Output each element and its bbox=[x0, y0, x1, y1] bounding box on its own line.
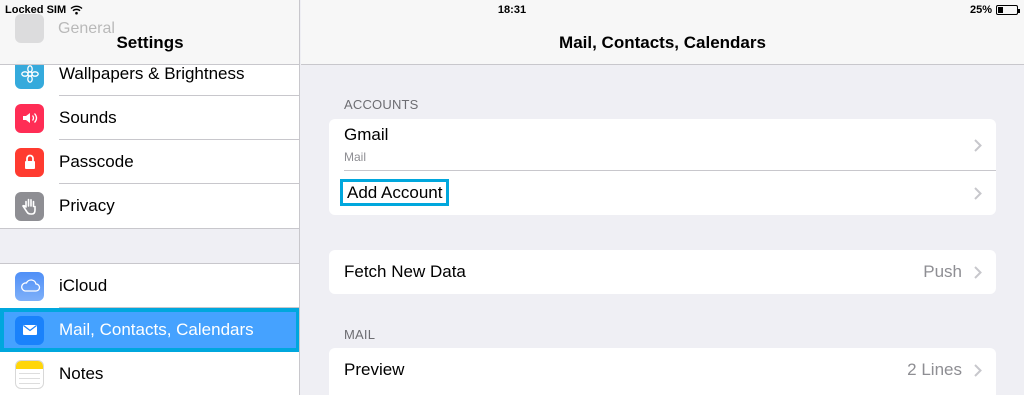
chevron-right-icon bbox=[974, 187, 982, 200]
accounts-section-header: ACCOUNTS bbox=[344, 97, 419, 112]
accounts-card: Gmail Mail Add Account bbox=[329, 119, 996, 215]
sidebar-item-label: iCloud bbox=[59, 264, 299, 308]
speaker-icon bbox=[15, 103, 44, 133]
battery-icon bbox=[996, 5, 1020, 15]
hand-icon bbox=[15, 191, 44, 221]
notes-icon bbox=[15, 359, 44, 389]
sidebar-item-label: Sounds bbox=[59, 96, 299, 140]
cloud-icon bbox=[15, 271, 44, 301]
add-account-label[interactable]: Add Account bbox=[339, 179, 450, 206]
envelope-icon bbox=[15, 315, 44, 345]
battery-status: 25% bbox=[969, 4, 1020, 16]
mail-section-header: MAIL bbox=[344, 327, 376, 342]
battery-percent: 25% bbox=[969, 4, 992, 16]
chevron-right-icon bbox=[974, 364, 982, 377]
sidebar-item-mail-contacts-calendars[interactable]: Mail, Contacts, Calendars bbox=[0, 308, 299, 352]
preview-value: 2 Lines bbox=[907, 360, 962, 379]
page-title: Mail, Contacts, Calendars bbox=[559, 33, 766, 52]
account-gmail: Gmail Mail bbox=[344, 125, 996, 164]
sidebar-item-label: Privacy bbox=[59, 196, 115, 215]
lock-icon bbox=[15, 147, 44, 177]
sidebar-item-label: Notes bbox=[59, 364, 104, 383]
sidebar-item-label: Passcode bbox=[59, 140, 299, 184]
account-gmail-row[interactable]: Gmail Mail bbox=[329, 119, 996, 170]
sidebar-item-sounds[interactable]: Sounds bbox=[0, 96, 299, 140]
sidebar-item-passcode[interactable]: Passcode bbox=[0, 140, 299, 184]
fetch-label: Fetch New Data bbox=[344, 262, 466, 281]
preview-label: Preview bbox=[344, 360, 405, 379]
fetch-new-data-row[interactable]: Fetch New Data Push bbox=[329, 250, 996, 294]
fetch-value: Push bbox=[923, 262, 962, 281]
sidebar-group-2: iCloud Mail, Contacts, Calendars Notes bbox=[0, 263, 299, 395]
status-bar: Locked SIM 18:31 25% bbox=[0, 0, 1024, 20]
add-account-row[interactable]: Add Account bbox=[329, 171, 996, 215]
sidebar-title: Settings bbox=[116, 33, 184, 52]
fetch-card: Fetch New Data Push bbox=[329, 250, 996, 294]
sidebar-item-label: Mail, Contacts, Calendars bbox=[59, 320, 254, 339]
sidebar-group-1: Wallpapers & Brightness Sounds Passcode … bbox=[0, 52, 299, 229]
sidebar-item-notes[interactable]: Notes bbox=[0, 352, 299, 395]
preview-row[interactable]: Preview 2 Lines bbox=[329, 348, 996, 392]
clock: 18:31 bbox=[497, 4, 527, 16]
sidebar-item-privacy[interactable]: Privacy bbox=[0, 184, 299, 228]
sidebar: Wallpapers & Brightness Sounds Passcode … bbox=[0, 0, 300, 395]
main-pane: Mail, Contacts, Calendars ACCOUNTS Gmail… bbox=[301, 0, 1024, 395]
chevron-right-icon bbox=[974, 266, 982, 279]
battery-fill bbox=[998, 7, 1003, 13]
account-title: Gmail bbox=[344, 125, 389, 144]
add-account-text-wrap: Add Account bbox=[339, 179, 996, 206]
sidebar-item-icloud[interactable]: iCloud bbox=[0, 264, 299, 308]
chevron-right-icon bbox=[974, 138, 982, 152]
mail-card: Preview 2 Lines bbox=[329, 348, 996, 395]
account-subtitle: Mail bbox=[344, 150, 367, 164]
